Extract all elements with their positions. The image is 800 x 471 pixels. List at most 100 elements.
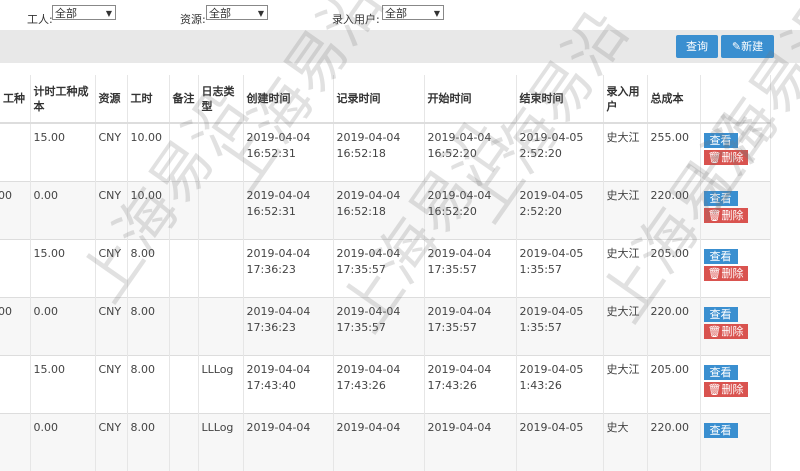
table-cell: 史大江 <box>603 298 647 356</box>
chevron-down-icon: ▼ <box>434 6 440 21</box>
table-cell: 205.00 <box>647 356 700 414</box>
table-cell <box>198 240 243 298</box>
table-cell: 205.00 <box>647 240 700 298</box>
table-cell: CNY <box>95 298 127 356</box>
view-button[interactable]: 查看 <box>704 307 738 322</box>
view-button[interactable]: 查看 <box>704 133 738 148</box>
table-row: 15.00CNY10.002019-04-04 16:52:312019-04-… <box>0 123 770 182</box>
table-cell: 2019-04-04 17:35:57 <box>333 298 424 356</box>
delete-button[interactable]: 🗑删除 <box>704 208 748 223</box>
table-cell: 15.00 <box>30 123 95 182</box>
delete-button[interactable]: 🗑删除 <box>704 266 748 281</box>
table-cell: 8.00 <box>127 414 169 471</box>
table-row: 15.00CNY8.00 LLLog2019-04-04 17:43:40 2019… <box>0 356 770 414</box>
table-cell <box>169 182 198 240</box>
new-button[interactable]: ✎新建 <box>721 35 774 58</box>
table-cell: CNY <box>95 240 127 298</box>
table-row: 0.00CNY8.00LLLog2019-04-042019-04-042019… <box>0 414 770 471</box>
table-cell: 2019-04-04 16:52:18 <box>333 123 424 182</box>
view-button[interactable]: 查看 <box>704 191 738 206</box>
table-cell: 2019-04-05 2:52:20 <box>516 182 603 240</box>
table-cell: CNY <box>95 356 127 414</box>
table-cell: 2019-04-04 17:35:57 <box>333 240 424 298</box>
table-cell: 2019-04-04 17:35:57 <box>424 298 516 356</box>
table-cell: CNY <box>95 182 127 240</box>
table-cell: 2019-04-05 <box>516 414 603 471</box>
worker-select-value: 全部 <box>55 7 77 20</box>
resource-select-value: 全部 <box>209 7 231 20</box>
entry-user-select-value: 全部 <box>385 7 407 20</box>
table-cell: 2019-04-04 16:52:31 <box>243 123 333 182</box>
table-cell <box>169 123 198 182</box>
column-header[interactable]: 工时 <box>127 75 169 123</box>
filter-bar: 工人: 全部 ▼ 资源: 全部 ▼ 录入用户: 全部 ▼ <box>0 0 800 30</box>
table-row: 000.00CNY8.002019-04-04 17:36:232019-04-… <box>0 298 770 356</box>
view-button[interactable]: 查看 <box>704 423 738 438</box>
table-cell: 8.00 <box>127 356 169 414</box>
table-cell <box>198 182 243 240</box>
table-cell: 15.00 <box>30 356 95 414</box>
table-cell: 0.00 <box>30 414 95 471</box>
table-cell: LLLog <box>198 356 243 414</box>
column-header[interactable]: 创建时间 <box>243 75 333 123</box>
column-header[interactable]: 资源 <box>95 75 127 123</box>
table-cell: 2019-04-04 17:36:23 <box>243 240 333 298</box>
table-row: 15.00CNY8.002019-04-04 17:36:232019-04-0… <box>0 240 770 298</box>
delete-button[interactable]: 🗑删除 <box>704 324 748 339</box>
table-cell <box>0 123 30 182</box>
column-header[interactable]: 计时工种成本 <box>30 75 95 123</box>
column-header[interactable]: 备注 <box>169 75 198 123</box>
table-cell: 2019-04-04 17:43:26 <box>424 356 516 414</box>
table-cell: LLLog <box>198 414 243 471</box>
table-header-row: 工种 计时工种成本 资源 工时 备注 日志类型 创建时间 记录时间 开始时间 结… <box>0 75 770 123</box>
column-header[interactable]: 工种 <box>0 75 30 123</box>
column-header[interactable]: 开始时间 <box>424 75 516 123</box>
delete-button[interactable]: 🗑删除 <box>704 382 748 397</box>
table-cell: 2019-04-05 1:35:57 <box>516 298 603 356</box>
row-actions: 查看 <box>700 414 770 471</box>
table-cell: 2019-04-04 16:52:20 <box>424 182 516 240</box>
column-header <box>700 75 770 123</box>
column-header[interactable]: 总成本 <box>647 75 700 123</box>
table-cell: 0.00 <box>30 298 95 356</box>
table-cell <box>169 414 198 471</box>
table-cell: 220.00 <box>647 182 700 240</box>
row-actions: 查看 🗑删除 <box>700 240 770 298</box>
toolbar: 查询 ✎新建 <box>0 30 800 63</box>
table-row: 000.00CNY10.002019-04-04 16:52:312019-04… <box>0 182 770 240</box>
table-cell: 2019-04-04 17:35:57 <box>424 240 516 298</box>
query-button[interactable]: 查询 <box>676 35 718 58</box>
delete-button[interactable]: 🗑删除 <box>704 150 748 165</box>
table-cell: 2019-04-04 <box>424 414 516 471</box>
table-cell: 0.00 <box>30 182 95 240</box>
entry-user-select[interactable]: 全部 ▼ <box>382 5 444 20</box>
table-cell: CNY <box>95 414 127 471</box>
worker-select[interactable]: 全部 ▼ <box>52 5 116 20</box>
view-button[interactable]: 查看 <box>704 365 738 380</box>
row-actions: 查看 🗑删除 <box>700 356 770 414</box>
table-cell: 史大江 <box>603 356 647 414</box>
table-cell: 220.00 <box>647 298 700 356</box>
table-cell: 8.00 <box>127 240 169 298</box>
data-table: 工种 计时工种成本 资源 工时 备注 日志类型 创建时间 记录时间 开始时间 结… <box>0 75 771 471</box>
table-cell: 2019-04-04 <box>243 414 333 471</box>
row-actions: 查看 🗑删除 <box>700 182 770 240</box>
table-cell: 2019-04-04 17:36:23 <box>243 298 333 356</box>
table-cell: 00 <box>0 182 30 240</box>
table-cell: 2019-04-04 17:43:40 <box>243 356 333 414</box>
column-header[interactable]: 结束时间 <box>516 75 603 123</box>
resource-select[interactable]: 全部 ▼ <box>206 5 268 20</box>
table-cell <box>169 240 198 298</box>
table-cell: 史大江 <box>603 240 647 298</box>
table-cell: 8.00 <box>127 298 169 356</box>
column-header[interactable]: 录入用户 <box>603 75 647 123</box>
table-cell: 220.00 <box>647 414 700 471</box>
table-cell: 2019-04-04 16:52:18 <box>333 182 424 240</box>
table-cell: 2019-04-04 16:52:31 <box>243 182 333 240</box>
table-cell: 史大江 <box>603 123 647 182</box>
column-header[interactable]: 日志类型 <box>198 75 243 123</box>
row-actions: 查看 🗑删除 <box>700 123 770 182</box>
view-button[interactable]: 查看 <box>704 249 738 264</box>
table-cell <box>169 356 198 414</box>
column-header[interactable]: 记录时间 <box>333 75 424 123</box>
